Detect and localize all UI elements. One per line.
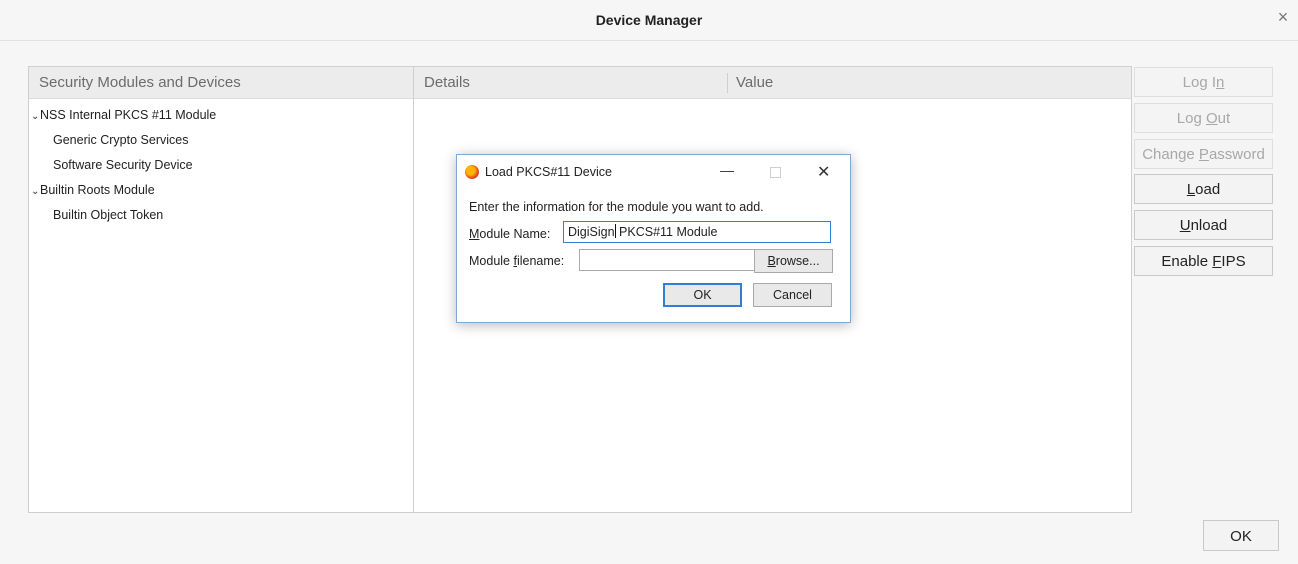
chevron-down-icon[interactable]: ⌄ [31,179,40,204]
load-device-dialog: Load PKCS#11 Device — ✕ Enter the inform… [456,154,851,323]
button-text: Change [1142,146,1199,163]
button-text: Log [1176,110,1206,127]
access-key: L [1186,181,1196,198]
label-text: ilename: [516,254,565,268]
modules-tree-panel: Security Modules and Devices ⌄NSS Intern… [28,66,414,513]
access-key: B [767,254,776,268]
button-text: nload [1190,217,1228,234]
modules-column-header[interactable]: Security Modules and Devices [29,67,413,99]
button-text: ut [1217,110,1231,127]
button-text: Enable [1161,253,1213,270]
log-in-button[interactable]: Log In [1134,67,1273,97]
firefox-icon [465,165,479,179]
access-key: M [469,227,480,241]
dialog-close-icon[interactable]: ✕ [817,162,830,182]
tree-item-builtin-object-token[interactable]: Builtin Object Token [29,203,413,228]
button-text: rowse... [775,254,820,268]
enable-fips-button[interactable]: Enable FIPS [1134,246,1273,276]
access-key: U [1179,217,1191,234]
access-key: O [1206,110,1218,127]
input-text: PKCS#11 Module [615,225,718,239]
dialog-titlebar: Load PKCS#11 Device — ✕ [457,155,850,189]
maximize-icon[interactable] [770,167,781,178]
module-name-label: Module Name: [469,227,550,241]
tree-item-label: Builtin Object Token [53,208,164,222]
button-text: oad [1195,181,1221,198]
dialog-cancel-button[interactable]: Cancel [753,283,832,307]
load-button[interactable]: Load [1134,174,1273,204]
tree-item-software-security[interactable]: Software Security Device [29,153,413,178]
dialog-message: Enter the information for the module you… [469,200,764,214]
button-text: IPS [1221,253,1246,270]
tree-item-label: Software Security Device [53,158,193,172]
ok-button[interactable]: OK [1203,520,1279,551]
change-password-button[interactable]: Change Password [1134,139,1273,169]
modules-tree: ⌄NSS Internal PKCS #11 Module Generic Cr… [29,99,413,228]
button-text: Log I [1182,74,1217,91]
column-divider[interactable] [727,73,728,93]
window-title: Device Manager [595,12,703,28]
access-key: P [1198,146,1209,163]
browse-button[interactable]: Browse... [754,249,833,273]
window-close-icon[interactable]: × [1274,8,1292,26]
minimize-icon[interactable]: — [720,162,734,178]
unload-button[interactable]: Unload [1134,210,1273,240]
module-filename-input[interactable] [579,249,772,271]
details-header-row: Details Value [414,67,1131,99]
button-text: assword [1208,146,1265,163]
label-text: Module [469,254,514,268]
log-out-button[interactable]: Log Out [1134,103,1273,133]
tree-item-nss-internal[interactable]: ⌄NSS Internal PKCS #11 Module [29,103,413,128]
dialog-title: Load PKCS#11 Device [485,165,612,179]
module-filename-label: Module filename: [469,254,564,268]
details-column-header[interactable]: Details [424,67,470,99]
tree-item-label: Generic Crypto Services [53,133,189,147]
tree-item-generic-crypto[interactable]: Generic Crypto Services [29,128,413,153]
tree-item-builtin-roots[interactable]: ⌄Builtin Roots Module [29,178,413,203]
input-text: DigiSign [568,225,615,239]
module-name-input[interactable]: DigiSign PKCS#11 Module [563,221,831,243]
tree-item-label: Builtin Roots Module [40,183,155,197]
tree-item-label: NSS Internal PKCS #11 Module [40,108,217,122]
chevron-down-icon[interactable]: ⌄ [31,104,40,129]
access-key: n [1216,74,1225,91]
window-titlebar: Device Manager × [0,0,1298,41]
value-column-header[interactable]: Value [736,67,773,99]
dialog-ok-button[interactable]: OK [663,283,742,307]
label-text: odule Name: [479,227,551,241]
